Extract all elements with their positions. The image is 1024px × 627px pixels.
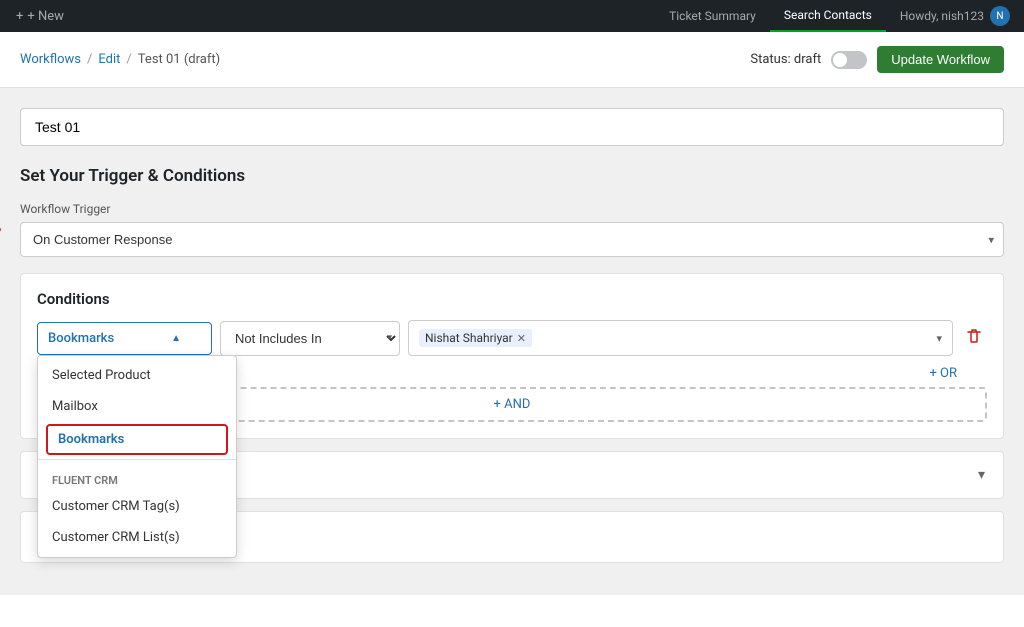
breadcrumb-status: Status: draft Update Workflow [750,46,1004,73]
update-workflow-button[interactable]: Update Workflow [877,46,1004,73]
tag-name: Nishat Shahriyar [425,331,513,345]
delete-condition-button[interactable] [961,323,987,353]
plus-icon: + [16,9,23,24]
dropdown-divider [38,459,236,460]
dropdown-item-mailbox[interactable]: Mailbox [38,391,236,422]
conditions-wrapper: Conditions Bookmarks ▲ Selected Product [20,273,1004,439]
dropdown-item-bookmarks[interactable]: Bookmarks [46,424,228,455]
status-toggle[interactable] [831,51,867,69]
trash-icon [965,327,983,345]
tag-field[interactable]: Nishat Shahriyar ✕ ▾ [408,320,953,356]
new-button[interactable]: + + New [8,9,72,24]
dropdown-item-selected-product[interactable]: Selected Product [38,360,236,391]
new-label: + New [27,9,64,24]
breadcrumb-sep1: / [87,52,92,67]
breadcrumb-bar: Workflows / Edit / Test 01 (draft) Statu… [0,32,1024,88]
conditions-title: Conditions [37,290,987,308]
condition-type-select[interactable]: Bookmarks ▲ [37,322,212,355]
condition-row: Bookmarks ▲ Selected Product Mailbox Boo… [37,320,987,356]
main-content: Set Your Trigger & Conditions ➜ Workflow… [0,88,1024,595]
condition-dropdown-menu: Selected Product Mailbox Bookmarks Fluen… [37,355,237,558]
breadcrumb-workflows[interactable]: Workflows [20,52,81,67]
condition-type-value: Bookmarks [48,331,114,346]
condition-type-chevron-icon: ▲ [171,333,181,344]
auto-chevron-icon: ▾ [978,467,985,483]
avatar: N [990,6,1010,26]
tag-remove-icon[interactable]: ✕ [517,332,526,345]
section-title: Set Your Trigger & Conditions [20,166,1004,186]
tag-field-chevron-icon: ▾ [936,332,942,345]
tag-item: Nishat Shahriyar ✕ [419,329,532,347]
arrow-indicator: ➜ [0,217,2,242]
trigger-select[interactable]: On Customer Response [20,222,1004,257]
page-wrapper: Workflows / Edit / Test 01 (draft) Statu… [0,32,1024,627]
operator-select-wrapper: Not Includes In ▾ [220,321,400,356]
or-link[interactable]: + OR [929,366,957,381]
search-contacts-button[interactable]: Search Contacts [770,0,886,32]
workflow-name-input[interactable] [20,108,1004,146]
ticket-summary-button[interactable]: Ticket Summary [655,0,770,32]
dropdown-item-crm-list[interactable]: Customer CRM List(s) [38,522,236,553]
trigger-section: ➜ Workflow Trigger On Customer Response … [20,202,1004,257]
breadcrumb-current: Test 01 (draft) [138,52,220,67]
top-nav: + + New Ticket Summary Search Contacts H… [0,0,1024,32]
breadcrumb-sep2: / [126,52,131,67]
dropdown-section-fluent-crm: Fluent CRM [38,464,236,491]
howdy-button[interactable]: Howdy, nish123 N [886,0,1024,32]
condition-type-wrapper: Bookmarks ▲ Selected Product Mailbox Boo… [37,322,212,355]
operator-select[interactable]: Not Includes In [220,321,400,356]
status-label: Status: draft [750,52,821,67]
breadcrumb: Workflows / Edit / Test 01 (draft) [20,52,220,67]
breadcrumb-edit[interactable]: Edit [98,52,120,67]
trigger-select-wrapper: On Customer Response ▾ [20,222,1004,257]
top-nav-right: Ticket Summary Search Contacts Howdy, ni… [655,0,1024,32]
trigger-label: Workflow Trigger [20,202,1004,216]
dropdown-item-crm-tag[interactable]: Customer CRM Tag(s) [38,491,236,522]
